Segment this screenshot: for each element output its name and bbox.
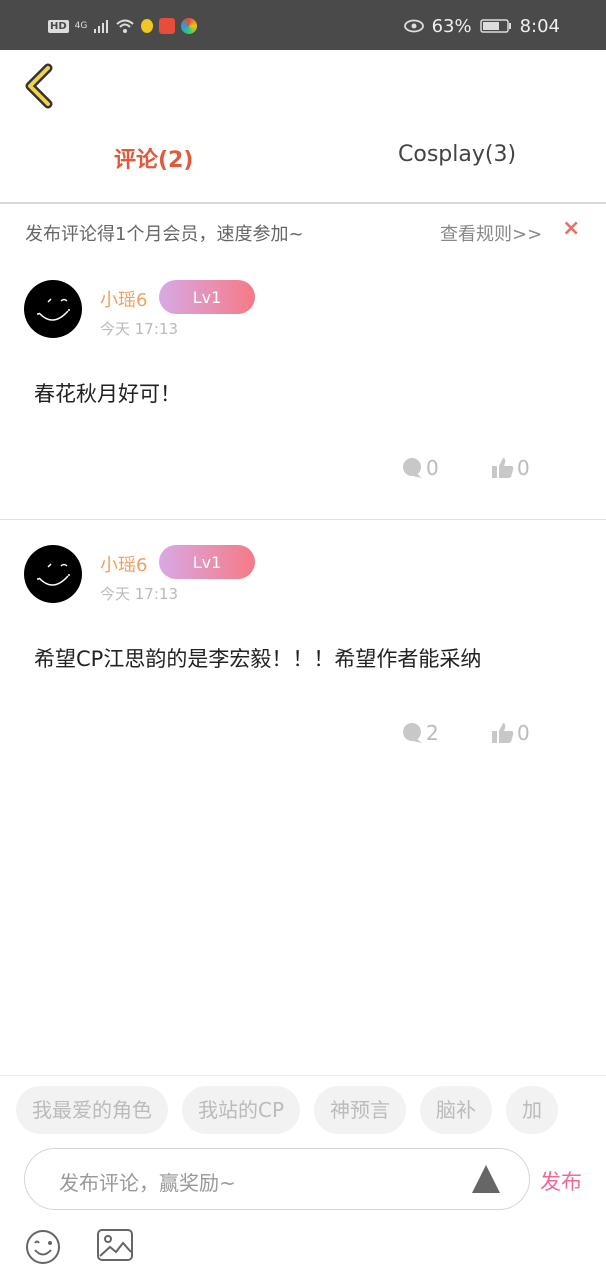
comment-input[interactable]: 发布评论，赢奖励~	[24, 1148, 530, 1210]
network-type: 4G	[74, 21, 88, 31]
comment-item: 小瑶6 Lv1 今天 17:13 春花秋月好可！ 0 0	[0, 256, 606, 520]
back-button[interactable]	[22, 62, 58, 110]
smiley-avatar-icon	[37, 563, 70, 586]
quick-tag-list: 我最爱的角色 我站的CP 神预言 脑补加	[16, 1086, 606, 1136]
signal-icon	[94, 20, 109, 33]
emoji-icon[interactable]	[24, 1228, 62, 1266]
battery-icon	[479, 19, 511, 33]
like-button[interactable]: 0	[491, 721, 530, 745]
quick-tag-chip[interactable]: 加	[506, 1086, 559, 1134]
like-count: 0	[517, 721, 530, 745]
comment-time: 今天 17:13	[100, 320, 178, 338]
like-icon	[492, 458, 514, 478]
tab-cosplay[interactable]: Cosplay(3)	[398, 142, 516, 167]
like-count: 0	[517, 456, 530, 480]
notification-app-icon	[159, 18, 176, 34]
image-icon[interactable]	[96, 1228, 134, 1262]
quick-tag-chip[interactable]: 我站的CP	[182, 1086, 301, 1134]
reply-count: 0	[426, 456, 439, 480]
view-rules-link[interactable]: 查看规则>>	[440, 220, 542, 246]
wifi-icon	[116, 19, 135, 33]
level-badge: Lv1	[159, 545, 255, 579]
hd-indicator: HD	[48, 19, 69, 33]
status-left: HD 4G	[48, 14, 198, 38]
comment-text: 希望CP江思韵的是李宏毅！！！希望作者能采纳	[34, 647, 482, 671]
like-icon	[492, 723, 514, 743]
avatar[interactable]	[24, 545, 82, 603]
clock: 8:04	[519, 15, 560, 37]
like-button[interactable]: 0	[491, 456, 530, 480]
tab-comments[interactable]: 评论(2)	[114, 142, 193, 174]
publish-button[interactable]: 发布	[540, 1166, 582, 1196]
username[interactable]: 小瑶6	[100, 551, 147, 577]
smiley-avatar-icon	[37, 298, 70, 321]
reply-button[interactable]: 0	[400, 456, 439, 480]
status-bar: HD 4G 63% 8:04	[0, 0, 606, 50]
quick-tag-chip[interactable]: 脑补	[420, 1086, 493, 1134]
quick-tag-chip[interactable]: 我最爱的角色	[16, 1086, 168, 1134]
notification-bulb-icon	[141, 19, 154, 33]
avatar[interactable]	[24, 280, 82, 338]
comment-time: 今天 17:13	[100, 585, 178, 603]
comment-text: 春花秋月好可！	[34, 382, 181, 406]
comment-composer: 我最爱的角色 我站的CP 神预言 脑补加 发布评论，赢奖励~ 发布	[0, 1075, 606, 1280]
reply-icon	[403, 723, 422, 743]
back-icon	[25, 63, 53, 109]
reply-icon	[403, 458, 422, 478]
send-icon[interactable]	[471, 1163, 501, 1195]
reply-button[interactable]: 2	[400, 721, 439, 745]
battery-percent: 63%	[431, 15, 472, 37]
tab-bar: 评论(2) Cosplay(3)	[0, 116, 606, 204]
promo-text: 发布评论得1个月会员，速度参加~	[25, 224, 304, 245]
level-badge: Lv1	[159, 280, 255, 314]
reply-count: 2	[426, 721, 439, 745]
quick-tag-chip[interactable]: 神预言	[314, 1086, 407, 1134]
eye-comfort-icon	[403, 19, 424, 33]
comment-input-placeholder: 发布评论，赢奖励~	[59, 1171, 236, 1195]
status-right: 63% 8:04	[403, 14, 560, 38]
comment-item: 小瑶6 Lv1 今天 17:13 希望CP江思韵的是李宏毅！！！希望作者能采纳 …	[0, 521, 606, 785]
close-icon[interactable]: ×	[562, 216, 580, 241]
notification-colorwheel-icon	[181, 18, 198, 34]
username[interactable]: 小瑶6	[100, 286, 147, 312]
promo-banner: 发布评论得1个月会员，速度参加~ 查看规则>> ×	[0, 206, 606, 256]
